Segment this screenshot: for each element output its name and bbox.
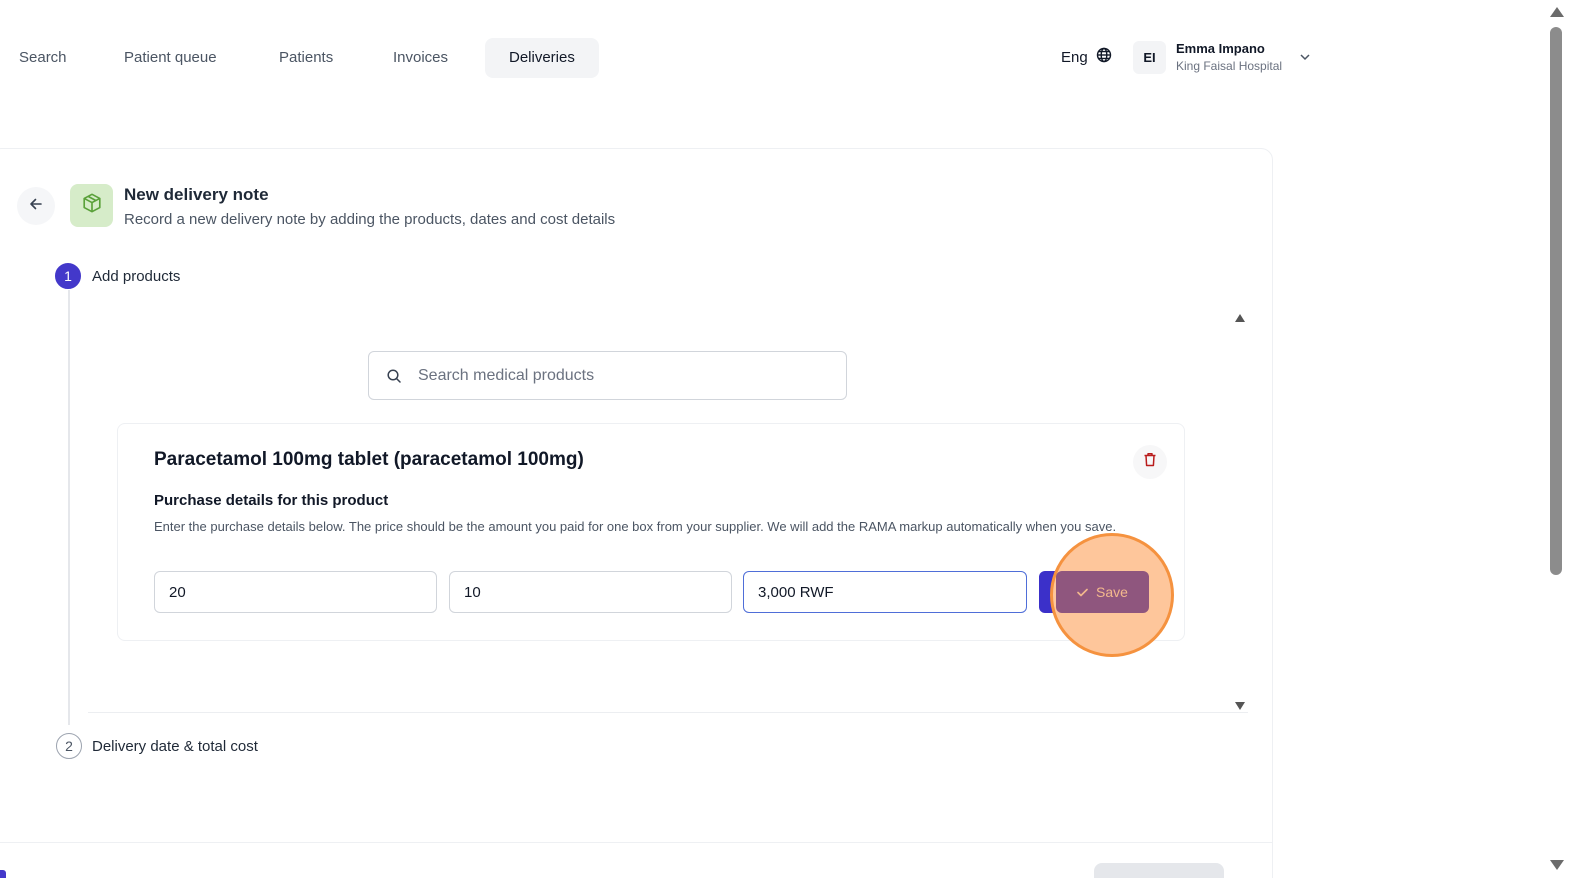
user-name[interactable]: Emma Impano xyxy=(1176,41,1265,56)
language-label: Eng xyxy=(1061,48,1088,66)
step-2-label[interactable]: Delivery date & total cost xyxy=(92,738,258,755)
box-icon xyxy=(81,192,103,219)
step-1-indicator: 1 xyxy=(55,263,81,289)
purchase-details-description: Enter the purchase details below. The pr… xyxy=(154,519,1117,534)
language-selector[interactable]: Eng xyxy=(1061,47,1112,67)
nav-item-patient-queue[interactable]: Patient queue xyxy=(100,38,241,78)
arrow-left-icon xyxy=(28,196,44,217)
top-navigation: Search Patient queue Patients Invoices D… xyxy=(0,0,1545,115)
user-avatar[interactable]: EI xyxy=(1133,41,1166,74)
product-search-box xyxy=(368,351,847,400)
nav-item-patients[interactable]: Patients xyxy=(255,38,357,78)
footer-next-button[interactable] xyxy=(1094,863,1224,878)
nav-item-invoices[interactable]: Invoices xyxy=(369,38,472,78)
save-button-label: Save xyxy=(1096,584,1128,600)
units-per-box-input[interactable] xyxy=(449,571,732,613)
panel-divider xyxy=(88,712,1248,713)
step-connector-line xyxy=(68,290,70,725)
quantity-input[interactable] xyxy=(154,571,437,613)
page-title: New delivery note xyxy=(124,185,269,204)
check-icon xyxy=(1077,584,1088,600)
panel-scroll-down-arrow[interactable] xyxy=(1235,702,1245,710)
page-subtitle: Record a new delivery note by adding the… xyxy=(124,211,616,228)
user-organization: King Faisal Hospital xyxy=(1176,59,1283,73)
purchase-details-title: Purchase details for this product xyxy=(154,492,389,509)
box-icon-badge xyxy=(70,184,113,227)
search-icon xyxy=(386,368,402,384)
footer-accent xyxy=(0,870,6,878)
panel-scroll-up-arrow[interactable] xyxy=(1235,314,1245,322)
scrollbar-thumb[interactable] xyxy=(1550,27,1562,575)
back-button[interactable] xyxy=(17,187,55,225)
search-input[interactable] xyxy=(418,352,838,399)
trash-icon xyxy=(1143,452,1157,472)
scrollbar-up-arrow[interactable] xyxy=(1550,7,1564,17)
globe-icon xyxy=(1096,47,1112,67)
chevron-down-icon[interactable] xyxy=(1298,50,1312,64)
step-2-indicator: 2 xyxy=(56,733,82,759)
scrollbar-down-arrow[interactable] xyxy=(1550,860,1564,870)
price-input[interactable] xyxy=(743,571,1027,613)
delete-product-button[interactable] xyxy=(1133,445,1167,479)
nav-item-deliveries[interactable]: Deliveries xyxy=(485,38,599,78)
footer-divider xyxy=(0,842,1272,843)
nav-item-search[interactable]: Search xyxy=(0,38,91,78)
step-1-label[interactable]: Add products xyxy=(92,268,180,285)
product-name: Paracetamol 100mg tablet (paracetamol 10… xyxy=(154,449,584,470)
save-button[interactable]: Save xyxy=(1056,571,1149,613)
